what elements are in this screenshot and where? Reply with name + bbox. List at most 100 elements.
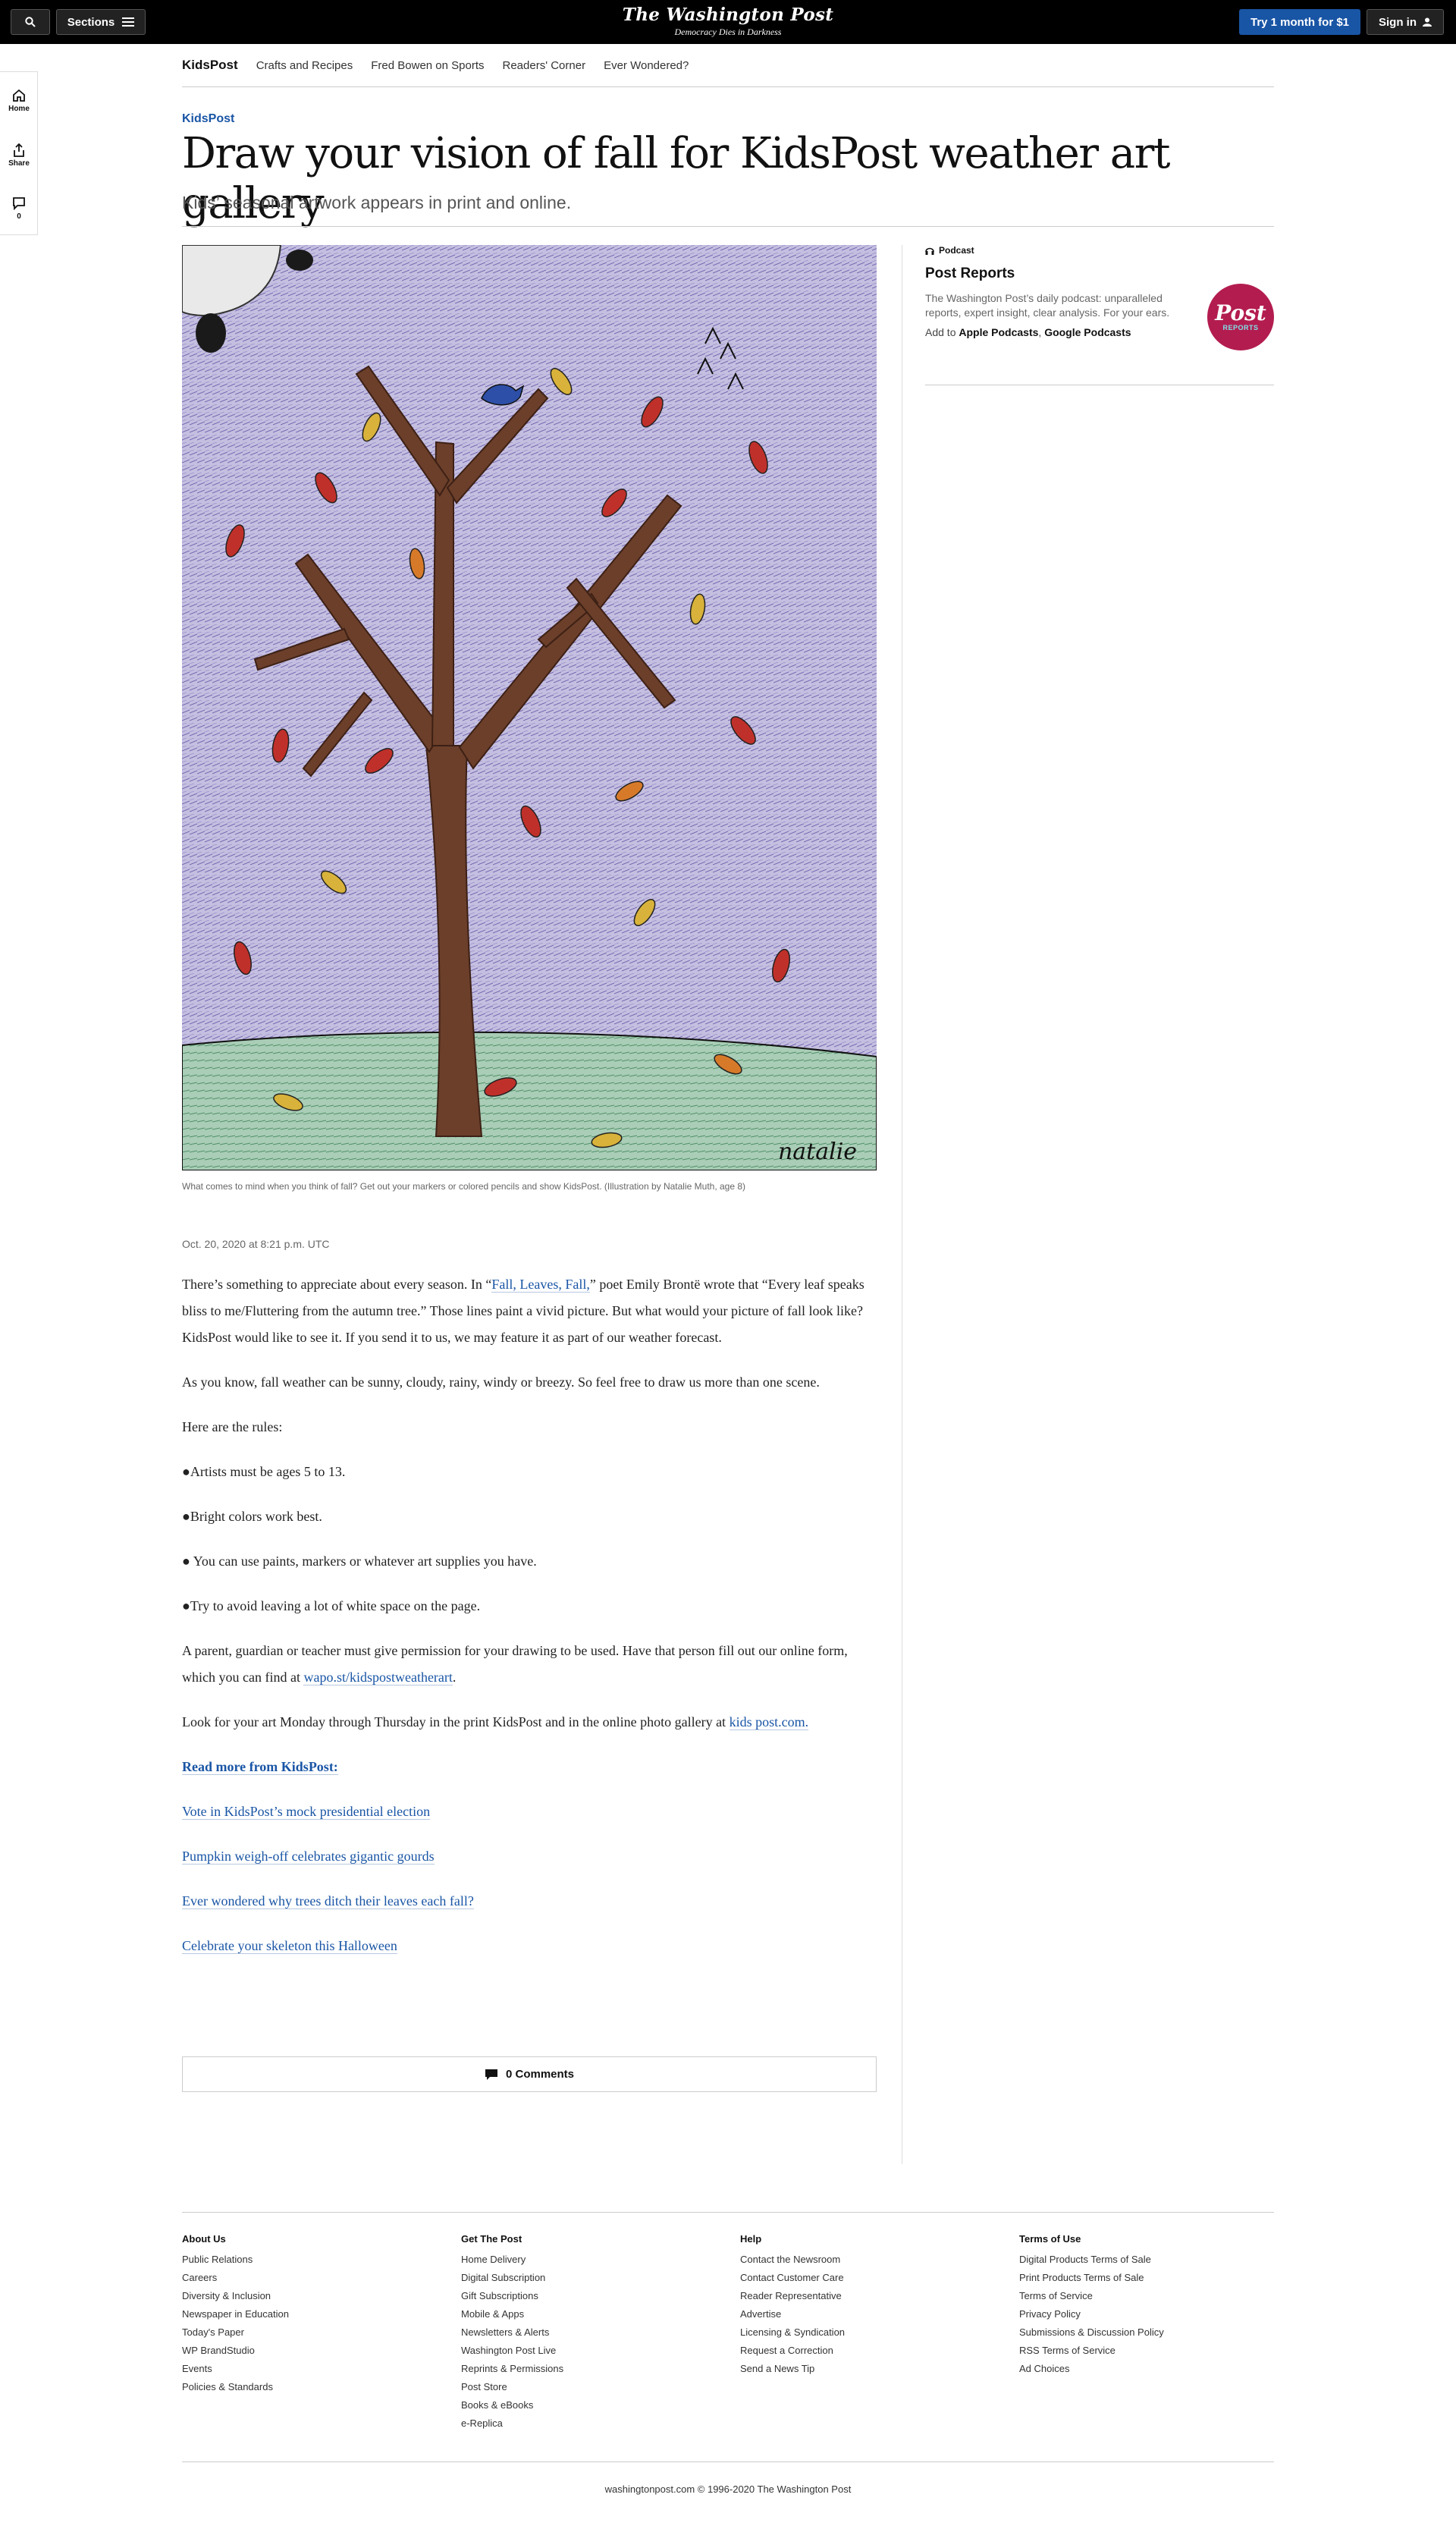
comment-icon bbox=[13, 197, 25, 210]
illustration-caption: What comes to mind when you think of fal… bbox=[182, 1181, 746, 1192]
site-logo[interactable]: The Washington Post Democracy Dies in Da… bbox=[576, 5, 880, 38]
footer-link[interactable]: Privacy Policy bbox=[1019, 2305, 1292, 2323]
footer-link[interactable]: Digital Subscription bbox=[461, 2269, 734, 2287]
footer-link[interactable]: Diversity & Inclusion bbox=[182, 2287, 455, 2305]
footer-link[interactable]: Public Relations bbox=[182, 2251, 455, 2269]
footer-column-help: Help Contact the Newsroom Contact Custom… bbox=[740, 2233, 1013, 2378]
footer-link[interactable]: Post Store bbox=[461, 2378, 734, 2396]
footer-heading: Terms of Use bbox=[1019, 2233, 1081, 2245]
footer-link[interactable]: Reader Representative bbox=[740, 2287, 1013, 2305]
rule-item: ●Bright colors work best. bbox=[182, 1509, 322, 1524]
section-nav-crafts[interactable]: Crafts and Recipes bbox=[256, 59, 353, 72]
footer-link[interactable]: Ad Choices bbox=[1019, 2360, 1292, 2378]
article-kicker[interactable]: KidsPost bbox=[182, 112, 234, 126]
rail-home-label: Home bbox=[8, 105, 30, 113]
read-more-heading: Read more from KidsPost: bbox=[182, 1754, 877, 1780]
user-icon bbox=[1423, 17, 1432, 27]
search-button[interactable] bbox=[11, 9, 50, 35]
footer-link[interactable]: Mobile & Apps bbox=[461, 2305, 734, 2323]
podcast-title[interactable]: Post Reports bbox=[925, 265, 1015, 282]
footer-link[interactable]: Careers bbox=[182, 2269, 455, 2287]
footer-link[interactable]: Gift Subscriptions bbox=[461, 2287, 734, 2305]
podcast-label: Podcast bbox=[925, 245, 974, 256]
related-link[interactable]: Vote in KidsPost’s mock presidential ele… bbox=[182, 1804, 431, 1820]
footer-column-about: About Us Public Relations Careers Divers… bbox=[182, 2233, 455, 2396]
footer-link[interactable]: Submissions & Discussion Policy bbox=[1019, 2323, 1292, 2342]
footer-link[interactable]: Advertise bbox=[740, 2305, 1013, 2323]
footer-link[interactable]: Books & eBooks bbox=[461, 2396, 734, 2414]
rail-home-button[interactable]: Home bbox=[0, 78, 38, 124]
footer-link[interactable]: Request a Correction bbox=[740, 2342, 1013, 2360]
sections-button[interactable]: Sections bbox=[56, 9, 146, 35]
logo-tagline: Democracy Dies in Darkness bbox=[674, 27, 782, 37]
footer-link[interactable]: Newsletters & Alerts bbox=[461, 2323, 734, 2342]
rail-share-button[interactable]: Share bbox=[0, 133, 38, 178]
footer-column-terms: Terms of Use Digital Products Terms of S… bbox=[1019, 2233, 1292, 2378]
related-link[interactable]: Pumpkin weigh-off celebrates gigantic go… bbox=[182, 1849, 435, 1865]
subscribe-button[interactable]: Try 1 month for $1 bbox=[1239, 9, 1360, 35]
footer-link[interactable]: Home Delivery bbox=[461, 2251, 734, 2269]
footer-link[interactable]: Today's Paper bbox=[182, 2323, 455, 2342]
paragraph: As you know, fall weather can be sunny, … bbox=[182, 1374, 820, 1390]
section-nav-sports[interactable]: Fred Bowen on Sports bbox=[371, 59, 484, 72]
form-link[interactable]: wapo.st/kidspostweatherart bbox=[303, 1670, 453, 1685]
section-nav-readers-corner[interactable]: Readers' Corner bbox=[503, 59, 586, 72]
article-body: There’s something to appreciate about ev… bbox=[182, 1271, 877, 1978]
footer-link[interactable]: Policies & Standards bbox=[182, 2378, 455, 2396]
post-reports-logo[interactable]: Post REPORTS bbox=[1207, 284, 1274, 350]
share-icon bbox=[14, 143, 24, 157]
kidspost-link[interactable]: kids post.com. bbox=[729, 1714, 809, 1730]
footer-link[interactable]: Washington Post Live bbox=[461, 2342, 734, 2360]
footer-link[interactable]: Terms of Service bbox=[1019, 2287, 1292, 2305]
publish-date: Oct. 20, 2020 at 8:21 p.m. UTC bbox=[182, 1238, 330, 1250]
signin-button[interactable]: Sign in bbox=[1367, 9, 1444, 35]
rail-comments-button[interactable]: 0 bbox=[0, 186, 38, 231]
related-link[interactable]: Ever wondered why trees ditch their leav… bbox=[182, 1893, 474, 1909]
text-run: There’s something to appreciate about ev… bbox=[182, 1277, 492, 1292]
footer-link[interactable]: Contact the Newsroom bbox=[740, 2251, 1013, 2269]
paragraph: There’s something to appreciate about ev… bbox=[182, 1271, 877, 1351]
text-run: . bbox=[452, 1670, 457, 1685]
comments-button[interactable]: 0 Comments bbox=[182, 2056, 877, 2092]
article-headline: Draw your vision of fall for KidsPost we… bbox=[182, 129, 1170, 228]
footer-link[interactable]: Digital Products Terms of Sale bbox=[1019, 2251, 1292, 2269]
apple-podcasts-link[interactable]: Apple Podcasts bbox=[959, 326, 1038, 338]
footer-link[interactable]: WP BrandStudio bbox=[182, 2342, 455, 2360]
logo-text: REPORTS bbox=[1222, 324, 1259, 331]
rail-comments-count: 0 bbox=[17, 212, 21, 221]
section-nav-ever-wondered[interactable]: Ever Wondered? bbox=[604, 59, 689, 72]
copyright: washingtonpost.com © 1996-2020 The Washi… bbox=[604, 2483, 852, 2495]
artist-signature: natalie bbox=[778, 1139, 857, 1165]
read-more-link[interactable]: Read more from KidsPost: bbox=[182, 1759, 338, 1775]
footer-link[interactable]: e-Replica bbox=[461, 2414, 734, 2433]
footer-link[interactable]: Newspaper in Education bbox=[182, 2305, 455, 2323]
sections-label: Sections bbox=[67, 15, 115, 29]
podcast-description: The Washington Post’s daily podcast: unp… bbox=[925, 292, 1170, 319]
footer-link[interactable]: RSS Terms of Service bbox=[1019, 2342, 1292, 2360]
divider bbox=[182, 226, 1274, 227]
text-run: Look for your art Monday through Thursda… bbox=[182, 1714, 730, 1729]
footer-link[interactable]: Licensing & Syndication bbox=[740, 2323, 1013, 2342]
comments-label: 0 Comments bbox=[505, 2068, 575, 2081]
podcast-label-text: Podcast bbox=[939, 245, 974, 256]
poem-link[interactable]: Fall, Leaves, Fall, bbox=[491, 1277, 590, 1293]
text-run: Add to bbox=[925, 326, 959, 338]
footer-link[interactable]: Send a News Tip bbox=[740, 2360, 1013, 2378]
section-nav-brand[interactable]: KidsPost bbox=[182, 58, 238, 73]
related-item: Vote in KidsPost’s mock presidential ele… bbox=[182, 1799, 877, 1825]
section-nav: KidsPost Crafts and Recipes Fred Bowen o… bbox=[182, 44, 1274, 87]
footer-link[interactable]: Print Products Terms of Sale bbox=[1019, 2269, 1292, 2287]
related-item: Celebrate your skeleton this Halloween bbox=[182, 1933, 877, 1959]
rule-item: ● You can use paints, markers or whateve… bbox=[182, 1554, 537, 1569]
top-bar: Sections The Washington Post Democracy D… bbox=[0, 0, 1456, 44]
headphones-icon bbox=[925, 247, 934, 255]
google-podcasts-link[interactable]: Google Podcasts bbox=[1044, 326, 1131, 338]
comment-icon bbox=[485, 2069, 497, 2080]
related-item: Ever wondered why trees ditch their leav… bbox=[182, 1888, 877, 1915]
footer-link[interactable]: Events bbox=[182, 2360, 455, 2378]
left-rail: Home Share 0 bbox=[0, 71, 38, 235]
related-link[interactable]: Celebrate your skeleton this Halloween bbox=[182, 1938, 397, 1954]
related-item: Pumpkin weigh-off celebrates gigantic go… bbox=[182, 1843, 877, 1870]
footer-link[interactable]: Contact Customer Care bbox=[740, 2269, 1013, 2287]
footer-link[interactable]: Reprints & Permissions bbox=[461, 2360, 734, 2378]
